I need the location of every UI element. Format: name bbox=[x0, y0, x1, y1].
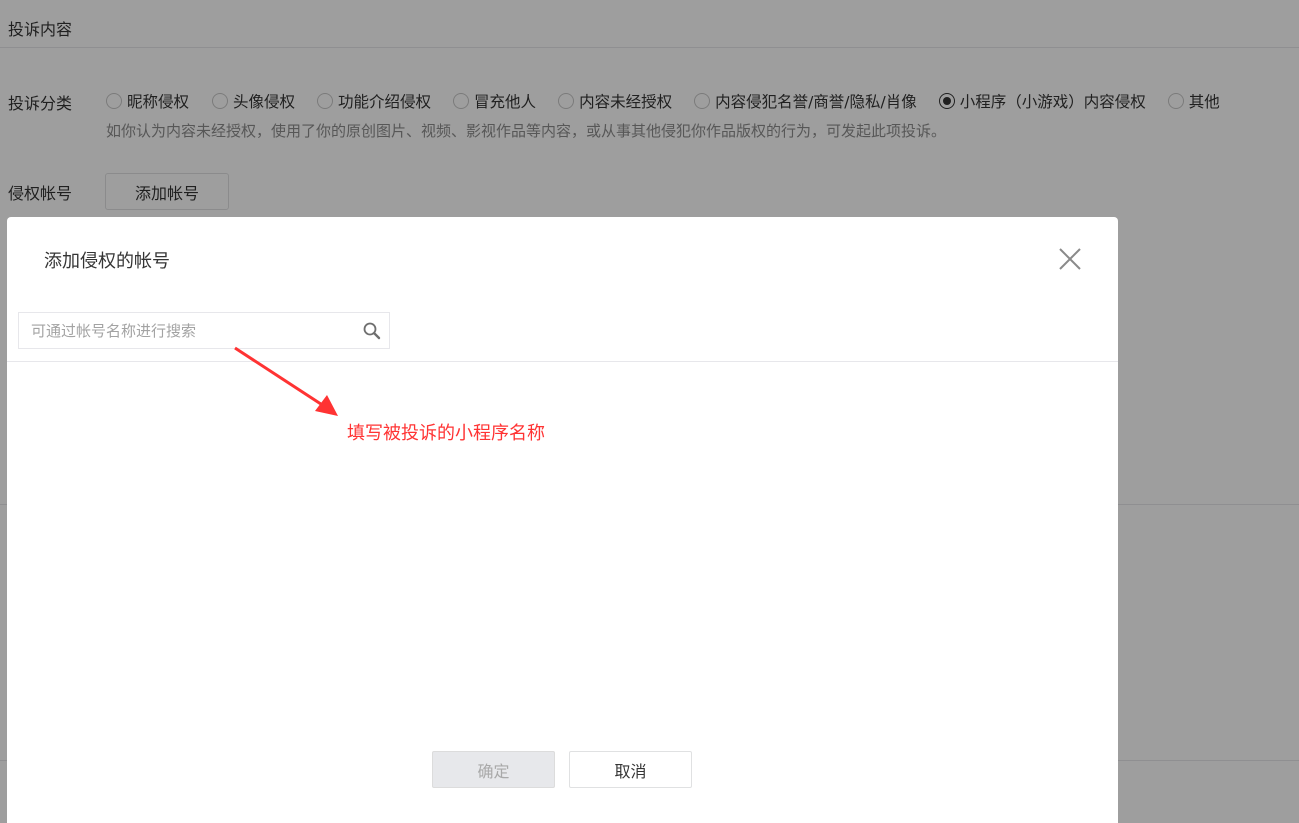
dialog-title: 添加侵权的帐号 bbox=[44, 251, 170, 272]
dialog-divider bbox=[7, 361, 1118, 362]
close-button[interactable] bbox=[1056, 245, 1084, 273]
page: 投诉内容 投诉分类 昵称侵权 头像侵权 功能介绍侵权 冒充他人 内容未经授权 内… bbox=[0, 0, 1299, 823]
add-account-dialog: 添加侵权的帐号 填写被投诉的小程序名称 确定 取消 bbox=[7, 217, 1118, 823]
confirm-button[interactable]: 确定 bbox=[432, 751, 555, 788]
search-button[interactable] bbox=[362, 321, 382, 341]
annotation-text: 填写被投诉的小程序名称 bbox=[347, 423, 545, 444]
close-icon bbox=[1059, 248, 1081, 270]
search-icon bbox=[363, 322, 381, 340]
cancel-button[interactable]: 取消 bbox=[569, 751, 692, 788]
annotation-arrow-icon bbox=[234, 346, 338, 416]
